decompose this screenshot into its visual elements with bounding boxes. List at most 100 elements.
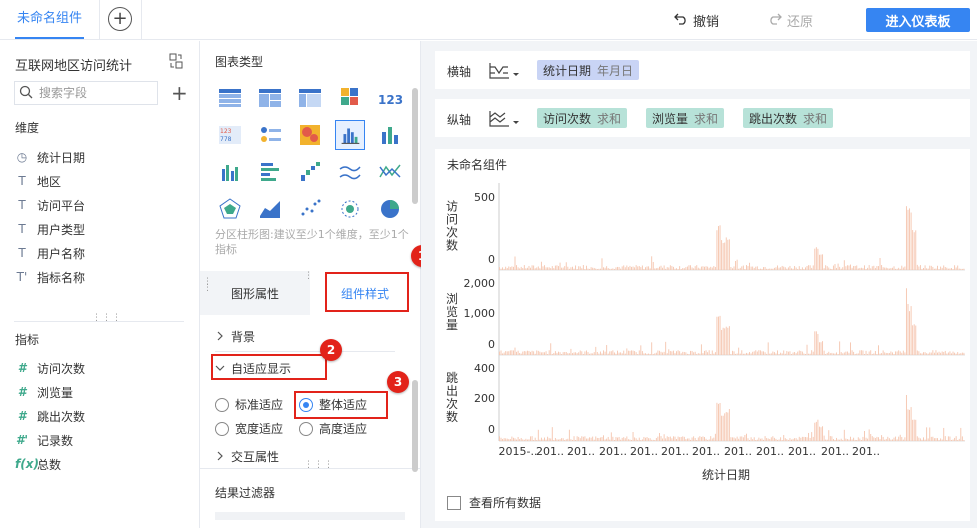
cross-table-icon[interactable] [295,83,325,113]
pie-icon[interactable] [375,194,405,224]
field-item[interactable]: T 用户名称 [15,243,85,263]
undo-button[interactable]: 撤销 [674,11,719,30]
bar [649,268,651,270]
bar [778,439,780,441]
field-item[interactable]: # 访问次数 [15,358,85,378]
field-item[interactable]: # 跳出次数 [15,406,85,426]
bar [926,268,928,270]
section-background[interactable]: 背景 [215,328,255,345]
x-field-pill[interactable]: 统计日期 年月日 [537,60,640,80]
field-item[interactable]: T' 指标名称 [15,267,85,287]
field-item[interactable]: # 浏览量 [15,382,73,402]
bar [578,266,580,270]
bar [834,440,836,441]
bar [700,344,702,355]
radio-standard-fit[interactable]: 标准适应 [215,396,283,413]
x-axis-type-icon[interactable] [487,61,521,81]
result-filter-title: 结果过滤器 [215,486,276,500]
bar-icon[interactable] [215,157,245,187]
style-scrollbar[interactable] [412,380,418,472]
bar [842,439,844,441]
multi-line-icon[interactable] [375,157,405,187]
bar [952,351,954,355]
table-icon[interactable] [215,83,245,113]
radio-height-fit[interactable]: 高度适应 [299,420,367,437]
group-table-icon[interactable] [255,83,285,113]
bar [747,353,749,355]
partition-bar-icon[interactable] [335,120,365,150]
number-icon[interactable]: 123 [375,83,405,113]
area-icon[interactable] [255,194,285,224]
waterfall-icon[interactable] [295,157,325,187]
tab-divider [141,0,142,40]
line-icon[interactable] [335,157,365,187]
search-input[interactable] [39,86,149,100]
enter-dashboard-button[interactable]: 进入仪表板 [866,8,970,32]
bar [817,248,819,270]
field-item[interactable]: f(x) 总数 [15,454,61,474]
redo-button[interactable]: 还原 [768,11,813,30]
bar [766,353,768,355]
field-item[interactable]: #' 记录数 [15,430,73,450]
y-field-pill[interactable]: 访问次数 求和 [537,108,628,128]
add-field-button[interactable]: + [171,81,188,105]
y-field-pill[interactable]: 浏览量 求和 [646,108,725,128]
switch-dataset-icon[interactable] [169,53,183,69]
bar [558,351,559,355]
section-interaction[interactable]: 交互属性 [215,448,279,465]
horizontal-bar-icon[interactable] [255,157,285,187]
bar [752,266,754,270]
bar [876,266,878,270]
bar [831,352,833,355]
bar [727,239,729,270]
bar [749,262,751,270]
chart-type-scrollbar[interactable] [412,88,418,204]
bar [707,352,709,355]
detail-table-icon[interactable]: 123 778 [215,120,245,150]
bar [777,439,778,441]
bar [553,268,555,270]
bar [891,352,893,355]
y-axis-type-icon[interactable] [487,109,521,129]
tab-graphic-properties[interactable]: 图形属性 [200,271,310,315]
bar [499,351,500,355]
scatter-icon[interactable] [295,194,325,224]
bar [658,433,660,441]
bar [503,438,505,441]
progress-icon[interactable] [255,120,285,150]
stacked-bar-icon[interactable] [375,120,405,150]
kpi-icon[interactable] [335,83,365,113]
bar [770,437,772,441]
bar [933,438,935,441]
show-all-data-checkbox[interactable]: 查看所有数据 [447,494,541,511]
field-item[interactable]: T 用户类型 [15,219,85,239]
bar [851,267,853,270]
heatmap-icon[interactable] [295,120,325,150]
bar [815,247,817,270]
radio-dot [299,421,313,436]
y-field-pill[interactable]: 跳出次数 求和 [743,108,834,128]
result-filter-scrollbar[interactable] [215,512,405,520]
bar [818,426,820,441]
radio-width-fit[interactable]: 宽度适应 [215,420,283,437]
radar-icon[interactable] [215,194,245,224]
bar [579,350,581,355]
add-tab-button[interactable]: + [108,7,132,31]
bar [665,438,667,441]
field-item[interactable]: T 地区 [15,171,61,191]
field-item[interactable]: ◷ 统计日期 [15,147,85,167]
bar [540,437,542,441]
bar [629,439,631,441]
tab-component[interactable]: 未命名组件 [0,0,100,40]
bar [864,354,865,355]
bar [868,265,870,270]
bar [867,353,869,355]
bar [878,437,879,441]
bubble-icon[interactable] [335,194,365,224]
bar [915,325,917,355]
bar [884,352,886,355]
field-item[interactable]: T 访问平台 [15,195,85,215]
bar [544,437,545,441]
number-field-icon: # [17,409,27,423]
bar [655,352,657,355]
